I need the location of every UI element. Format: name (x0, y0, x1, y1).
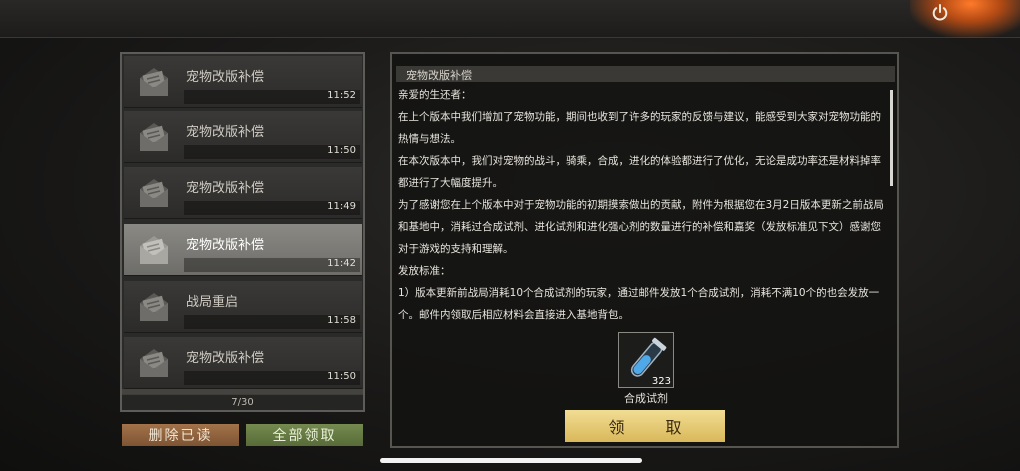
mail-time: 11:50 (327, 371, 356, 382)
mail-list-item[interactable]: 战局重启 11:58 (124, 281, 362, 333)
home-indicator[interactable] (380, 458, 642, 463)
attachment-count: 323 (651, 376, 671, 387)
mail-list-item-selected[interactable]: 宠物改版补偿 11:42 (124, 224, 362, 276)
mail-time: 11:49 (327, 201, 356, 212)
envelope-icon (140, 349, 168, 377)
mail-time: 11:42 (327, 258, 356, 269)
mail-content-header: 宠物改版补偿 (396, 66, 895, 82)
attachment-slot[interactable]: 323 (618, 332, 674, 388)
mail-time-bar: 11:42 (184, 258, 360, 272)
mail-list-item[interactable]: 宠物改版补偿 11:50 (124, 337, 362, 389)
mail-title: 宠物改版补偿 (186, 181, 265, 196)
envelope-icon (140, 123, 168, 151)
mail-title: 宠物改版补偿 (186, 351, 265, 366)
envelope-icon (140, 68, 168, 96)
attachment-name: 合成试剂 (624, 392, 668, 405)
envelope-icon (140, 293, 168, 321)
mail-time-bar: 11:50 (184, 145, 360, 159)
content-scrollbar[interactable] (890, 90, 893, 186)
mail-content-panel: 宠物改版补偿 亲爱的生还者： 在上个版本中我们增加了宠物功能，期间也收到了许多的… (390, 52, 899, 448)
delete-read-button[interactable]: 删除已读 (122, 424, 239, 446)
mail-title: 宠物改版补偿 (186, 70, 265, 85)
top-bar (0, 0, 1020, 38)
mail-time: 11:50 (327, 145, 356, 156)
mail-content-title: 宠物改版补偿 (406, 69, 472, 82)
mail-list-panel: 宠物改版补偿 11:52 宠物改版补偿 11:50 宠物改版补偿 11:49 宠… (120, 52, 365, 412)
mail-list-item[interactable]: 宠物改版补偿 11:50 (124, 111, 362, 163)
power-icon[interactable] (928, 1, 952, 25)
mail-title: 宠物改版补偿 (186, 238, 265, 253)
mail-paragraph: 在本次版本中，我们对宠物的战斗，骑乘，合成，进化的体验都进行了优化，无论是成功率… (398, 155, 881, 189)
mail-paragraph: 为了感谢您在上个版本中对于宠物功能的初期摸索做出的贡献，附件为根据您在3月2日版… (398, 199, 884, 255)
mail-list-item[interactable]: 宠物改版补偿 11:49 (124, 167, 362, 219)
mail-list-item[interactable]: 宠物改版补偿 11:52 (124, 56, 362, 108)
mail-time-bar: 11:50 (184, 371, 360, 385)
mail-paragraph: 发放标准： (398, 265, 451, 277)
mail-time: 11:58 (327, 315, 356, 326)
mail-time-bar: 11:52 (184, 90, 360, 104)
mail-paragraph: 在上个版本中我们增加了宠物功能，期间也收到了许多的玩家的反馈与建议，能感受到大家… (398, 111, 881, 145)
mail-time: 11:52 (327, 90, 356, 101)
mail-title: 宠物改版补偿 (186, 125, 265, 140)
mail-time-bar: 11:49 (184, 201, 360, 215)
envelope-icon (140, 179, 168, 207)
mail-paragraph: 亲爱的生还者： (398, 89, 472, 101)
envelope-icon (140, 236, 168, 264)
claim-all-button[interactable]: 全部领取 (246, 424, 363, 446)
mail-pager: 7/30 (122, 394, 363, 410)
power-glow (910, 0, 1020, 38)
mail-title: 战局重启 (186, 295, 239, 310)
mail-body: 亲爱的生还者： 在上个版本中我们增加了宠物功能，期间也收到了许多的玩家的反馈与建… (398, 84, 884, 326)
mail-paragraph: 1）版本更新前战局消耗10个合成试剂的玩家，通过邮件发放1个合成试剂，消耗不满1… (398, 287, 880, 321)
mail-time-bar: 11:58 (184, 315, 360, 329)
claim-button[interactable]: 领 取 (565, 410, 725, 442)
